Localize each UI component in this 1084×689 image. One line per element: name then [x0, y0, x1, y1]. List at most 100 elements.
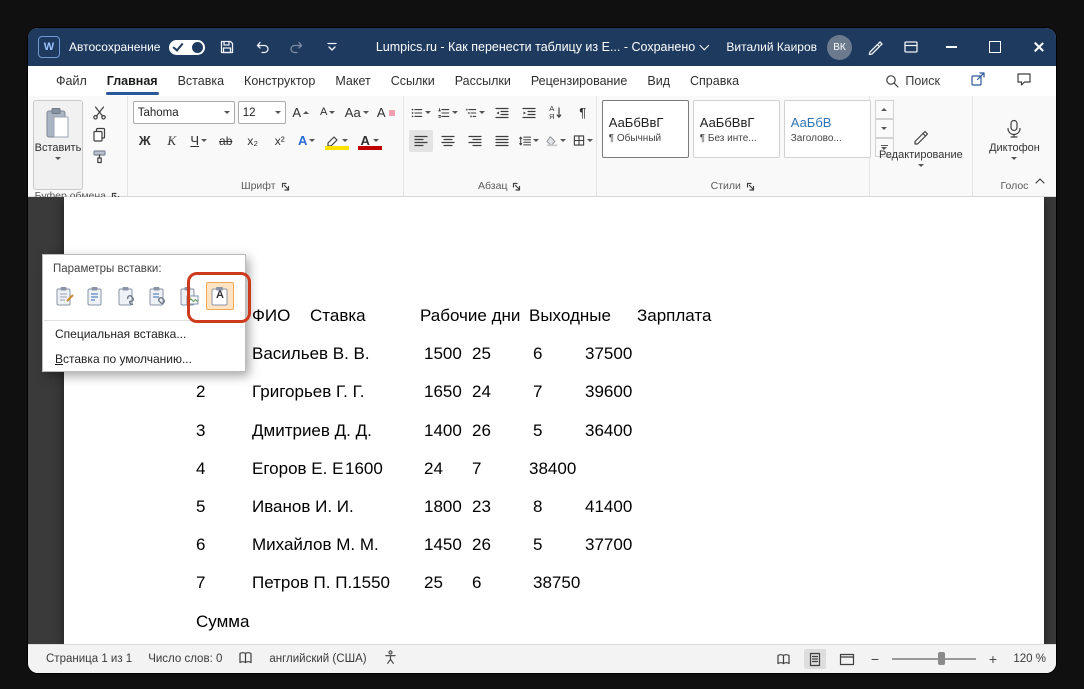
cut-button[interactable] [87, 102, 111, 122]
shading-button[interactable] [544, 130, 568, 152]
tab-Файл[interactable]: Файл [46, 66, 97, 96]
paste-option-picture[interactable] [175, 282, 203, 310]
minimize-button[interactable] [934, 28, 968, 66]
zoom-level[interactable]: 120 % [1010, 653, 1046, 665]
proofing-button[interactable] [238, 651, 253, 668]
sort-button[interactable]: АЯ [544, 102, 568, 124]
multilevel-list-button[interactable] [463, 102, 487, 124]
undo-button[interactable] [249, 32, 275, 62]
word-app-icon[interactable]: W [38, 36, 60, 58]
menu-item-paste-special[interactable]: Специальная вставка... [43, 321, 245, 346]
bulleted-list-icon [411, 107, 423, 119]
increase-indent-button[interactable] [517, 102, 541, 124]
format-painter-button[interactable] [87, 146, 111, 166]
justify-icon [495, 135, 509, 147]
editing-button[interactable]: Редактирование [875, 100, 967, 194]
tab-Макет[interactable]: Макет [325, 66, 380, 96]
page-indicator[interactable]: Страница 1 из 1 [46, 653, 132, 665]
paste-option-link-use-destination-styles[interactable] [144, 282, 172, 310]
zoom-out-button[interactable]: − [868, 651, 882, 667]
paste-option-keep-source-formatting[interactable] [51, 282, 79, 310]
autosave-toggle[interactable] [169, 40, 205, 55]
tab-Конструктор[interactable]: Конструктор [234, 66, 325, 96]
read-mode-icon [776, 653, 791, 666]
dictate-button[interactable]: Диктофон [978, 100, 1051, 178]
close-button[interactable] [1022, 28, 1056, 66]
collapse-ribbon-button[interactable] [1034, 172, 1046, 190]
style-card-heading1[interactable]: АаБбВ Заголово... [784, 100, 871, 158]
dialog-launcher-icon[interactable] [281, 182, 290, 191]
show-marks-button[interactable]: ¶ [571, 102, 595, 124]
line-spacing-button[interactable] [517, 130, 541, 152]
shrink-font-button[interactable]: А [316, 102, 340, 124]
zoom-in-button[interactable]: + [986, 651, 1000, 667]
style-card-no-spacing[interactable]: АаБбВвГ ¶ Без инте... [693, 100, 780, 158]
use-destination-styles-icon [86, 286, 107, 307]
underline-button[interactable]: Ч [187, 130, 211, 152]
dialog-launcher-icon[interactable] [512, 182, 521, 191]
accessibility-button[interactable] [383, 650, 398, 668]
menu-item-set-default-paste[interactable]: Вставка по умолчанию... [43, 346, 245, 371]
ribbon-display-options-button[interactable] [898, 32, 924, 62]
highlight-color-button[interactable] [322, 130, 352, 152]
superscript-button[interactable]: x² [268, 130, 292, 152]
print-layout-icon [808, 652, 822, 667]
document-text: 1600 [345, 456, 383, 482]
strikethrough-button[interactable]: ab [214, 130, 238, 152]
language-indicator[interactable]: английский (США) [269, 653, 366, 665]
subscript-button[interactable]: x₂ [241, 130, 265, 152]
web-layout-button[interactable] [836, 649, 858, 669]
print-layout-button[interactable] [804, 649, 826, 669]
grow-font-button[interactable]: А [289, 102, 313, 124]
paste-option-link-keep-source-formatting[interactable] [113, 282, 141, 310]
align-left-button[interactable] [409, 130, 433, 152]
document-title[interactable]: Lumpics.ru - Как перенести таблицу из E.… [376, 28, 708, 66]
avatar[interactable]: ВК [827, 35, 852, 60]
bold-button[interactable]: Ж [133, 130, 157, 152]
align-center-button[interactable] [436, 130, 460, 152]
chevron-down-icon [55, 157, 61, 160]
redo-button[interactable] [284, 32, 310, 62]
justify-button[interactable] [490, 130, 514, 152]
search-button[interactable]: Поиск [885, 74, 940, 88]
paste-option-use-destination-styles[interactable] [82, 282, 110, 310]
decrease-indent-button[interactable] [490, 102, 514, 124]
word-count[interactable]: Число слов: 0 [148, 653, 222, 665]
save-button[interactable] [214, 32, 240, 62]
customize-quick-access-button[interactable] [319, 32, 345, 62]
maximize-button[interactable] [978, 28, 1012, 66]
ink-button[interactable] [862, 32, 888, 62]
document-text: 39600 [585, 379, 632, 405]
dialog-launcher-icon[interactable] [746, 182, 755, 191]
align-right-button[interactable] [463, 130, 487, 152]
font-color-swatch [358, 146, 382, 150]
user-name[interactable]: Виталий Каиров [726, 40, 817, 54]
bullets-button[interactable] [409, 102, 433, 124]
zoom-slider-thumb[interactable] [938, 652, 945, 665]
indent-icon [522, 107, 536, 119]
tab-Справка[interactable]: Справка [680, 66, 749, 96]
tab-Вид[interactable]: Вид [637, 66, 680, 96]
read-mode-button[interactable] [772, 649, 794, 669]
italic-button[interactable]: К [160, 130, 184, 152]
tab-Главная[interactable]: Главная [97, 66, 168, 96]
paste-button[interactable]: Вставить [33, 100, 83, 190]
font-size-combo[interactable]: 12 [238, 101, 286, 124]
style-card-normal[interactable]: АаБбВвГ ¶ Обычный [602, 100, 689, 158]
share-button[interactable] [970, 71, 986, 92]
tab-Рассылки[interactable]: Рассылки [445, 66, 521, 96]
comments-button[interactable] [1016, 71, 1032, 92]
paste-option-keep-text-only[interactable]: А [206, 282, 234, 310]
tab-Ссылки[interactable]: Ссылки [381, 66, 445, 96]
tab-Рецензирование[interactable]: Рецензирование [521, 66, 638, 96]
change-case-button[interactable]: Аа [343, 102, 371, 124]
text-effects-button[interactable]: А [295, 130, 319, 152]
tab-Вставка[interactable]: Вставка [168, 66, 234, 96]
copy-button[interactable] [87, 124, 111, 144]
font-name-combo[interactable]: Tahoma [133, 101, 235, 124]
font-color-button[interactable]: А [355, 130, 385, 152]
clear-formatting-button[interactable]: А [374, 102, 398, 124]
zoom-slider[interactable] [892, 658, 976, 660]
borders-button[interactable] [571, 130, 595, 152]
numbering-button[interactable] [436, 102, 460, 124]
